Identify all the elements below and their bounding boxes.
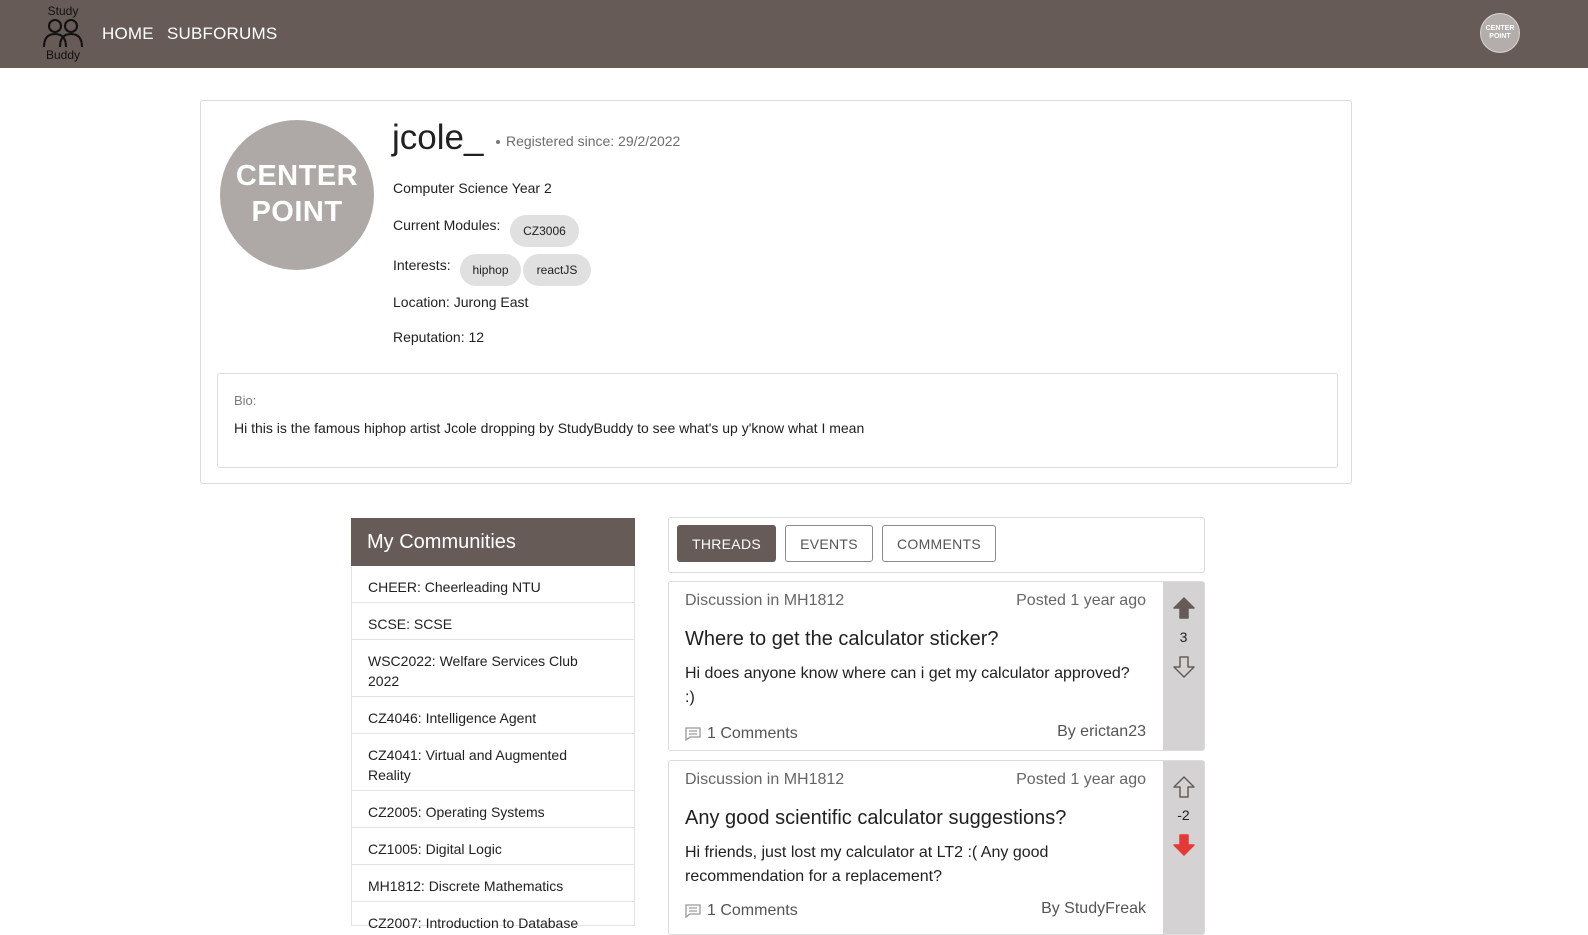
- module-chip[interactable]: CZ3006: [510, 215, 579, 247]
- community-item[interactable]: CZ4046: Intelligence Agent: [351, 697, 635, 734]
- community-item[interactable]: CHEER: Cheerleading NTU: [351, 566, 635, 603]
- tab-threads[interactable]: THREADS: [677, 525, 776, 562]
- community-item[interactable]: CZ2007: Introduction to Database: [351, 902, 635, 931]
- bullet-dot: [496, 140, 500, 145]
- vote-count: -2: [1177, 807, 1190, 823]
- nav-home-link[interactable]: HOME: [102, 24, 154, 44]
- downvote-icon[interactable]: [1173, 655, 1195, 679]
- bio-label: Bio:: [234, 393, 257, 408]
- avatar-text-line-2: POINT: [1489, 33, 1511, 40]
- thread-body: Hi friends, just lost my calculator at L…: [685, 844, 1049, 885]
- people-icon: [43, 19, 83, 48]
- thread-card[interactable]: Discussion in MH1812 Posted 1 year ago W…: [668, 581, 1205, 751]
- community-item[interactable]: SCSE: SCSE: [351, 603, 635, 640]
- thread-posted-time: Posted 1 year ago: [1016, 771, 1146, 788]
- thread-title[interactable]: Where to get the calculator sticker?: [685, 628, 998, 651]
- interest-chip[interactable]: hiphop: [460, 254, 521, 286]
- upvote-icon[interactable]: [1173, 596, 1195, 620]
- thread-posted-time: Posted 1 year ago: [1016, 592, 1146, 609]
- registered-since-text: Registered since: 29/2/2022: [506, 133, 681, 149]
- communities-title: My Communities: [351, 518, 635, 566]
- registered-since: Registered since: 29/2/2022: [496, 133, 680, 149]
- downvote-icon[interactable]: [1173, 833, 1195, 857]
- vote-count: 3: [1179, 629, 1188, 645]
- comment-icon: [685, 904, 701, 919]
- community-item[interactable]: WSC2022: Welfare Services Club 2022: [351, 640, 635, 697]
- studybuddy-logo[interactable]: Study Buddy: [38, 2, 88, 64]
- avatar-text-line-1: CENTER: [1485, 25, 1515, 32]
- tab-events[interactable]: EVENTS: [785, 525, 873, 562]
- thread-category[interactable]: Discussion in MH1812: [685, 771, 844, 789]
- thread-comments-count: 1 Comments: [707, 902, 798, 919]
- profile-avatar: CENTER POINT: [220, 120, 374, 270]
- thread-comments-count: 1 Comments: [707, 725, 798, 742]
- interest-chip[interactable]: reactJS: [523, 254, 591, 286]
- community-item[interactable]: CZ2005: Operating Systems: [351, 791, 635, 828]
- thread-card[interactable]: Discussion in MH1812 Posted 1 year ago A…: [668, 760, 1205, 935]
- upvote-icon[interactable]: [1173, 775, 1195, 799]
- nav-subforums-link[interactable]: SUBFORUMS: [167, 24, 277, 44]
- thread-comments-link[interactable]: 1 Comments: [685, 902, 798, 920]
- thread-author[interactable]: By erictan23: [1057, 723, 1146, 741]
- profile-avatar-text-line-1: CENTER: [235, 160, 359, 192]
- profile-location: Location: Jurong East: [393, 294, 529, 310]
- thread-body: Hi does anyone know where can i get my c…: [685, 665, 1130, 706]
- vote-column: 3: [1163, 582, 1204, 750]
- top-navbar: Study Buddy HOME SUBFORUMS CENTER POINT: [0, 0, 1588, 68]
- bio-text: Hi this is the famous hiphop artist Jcol…: [234, 420, 865, 436]
- community-item[interactable]: MH1812: Discrete Mathematics: [351, 865, 635, 902]
- profile-avatar-text-line-2: POINT: [251, 196, 343, 228]
- vote-column: -2: [1163, 761, 1204, 934]
- profile-reputation: Reputation: 12: [393, 329, 485, 345]
- community-item[interactable]: CZ1005: Digital Logic: [351, 828, 635, 865]
- profile-course: Computer Science Year 2: [393, 180, 552, 196]
- comment-icon: [685, 727, 701, 742]
- interests-label: Interests:: [393, 257, 451, 273]
- logo-text-bottom: Buddy: [45, 48, 81, 62]
- user-avatar-menu[interactable]: CENTER POINT: [1480, 13, 1520, 53]
- modules-label: Current Modules:: [393, 217, 501, 233]
- tab-comments[interactable]: COMMENTS: [882, 525, 996, 562]
- thread-title[interactable]: Any good scientific calculator suggestio…: [685, 807, 1066, 830]
- logo-text-top: Study: [47, 4, 79, 18]
- profile-username: jcole_: [392, 118, 484, 157]
- thread-category[interactable]: Discussion in MH1812: [685, 592, 844, 610]
- thread-author[interactable]: By StudyFreak: [1041, 900, 1146, 918]
- community-item[interactable]: CZ4041: Virtual and Augmented Reality: [351, 734, 635, 791]
- thread-comments-link[interactable]: 1 Comments: [685, 725, 798, 743]
